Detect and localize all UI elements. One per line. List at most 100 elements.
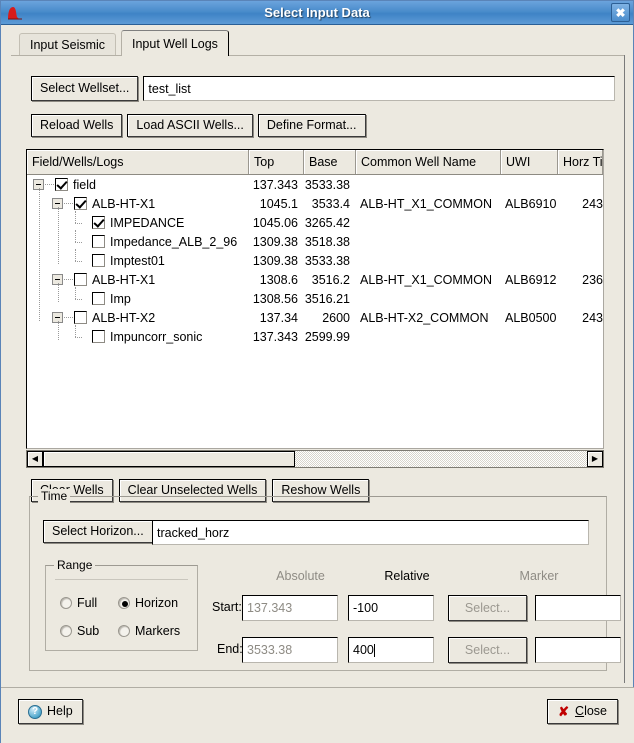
tab-bar: Input Seismic Input Well Logs	[11, 29, 625, 56]
window-close-button[interactable]: ✖	[611, 3, 630, 22]
define-format-button[interactable]: Define Format...	[257, 114, 366, 137]
node-checkbox[interactable]	[92, 292, 105, 305]
label-start: Start:	[212, 600, 242, 614]
column-header-name[interactable]: Field/Wells/Logs	[27, 150, 249, 174]
tree-node[interactable]: Impedance_ALB_2_96	[27, 229, 249, 249]
wellset-name-input[interactable]: test_list	[143, 76, 615, 101]
cell-base: 3516.2	[311, 272, 350, 287]
start-absolute-input[interactable]: 137.343	[242, 595, 338, 621]
horizon-name-input[interactable]: tracked_horz	[152, 520, 589, 545]
node-checkbox[interactable]	[74, 273, 87, 286]
help-button-label: Help	[47, 704, 73, 718]
tree-node[interactable]: Imptest01	[27, 248, 249, 268]
table-row[interactable]: IMPEDANCE 1045.06 3265.42	[27, 210, 603, 232]
end-relative-input[interactable]: 400	[348, 637, 434, 663]
node-checkbox[interactable]	[55, 178, 68, 191]
node-checkbox[interactable]	[92, 330, 105, 343]
table-row[interactable]: Imptest01 1309.38 3533.38	[27, 248, 603, 270]
cell-common-well-name: ALB-HT_X1_COMMON	[360, 196, 492, 211]
table-row[interactable]: ALB-HT-X1 1308.6 3516.2 ALB-HT_X1_COMMON ALB…	[27, 270, 603, 289]
cell-top: 1045.1	[259, 196, 298, 211]
select-wellset-button[interactable]: Select Wellset...	[31, 76, 139, 101]
header-absolute: Absolute	[276, 569, 325, 583]
cell-base: 3533.38	[304, 177, 350, 192]
end-marker-select-button[interactable]: Select...	[448, 637, 527, 663]
tree-connector	[64, 317, 73, 318]
tree-connector-elbow	[71, 324, 83, 343]
table-row[interactable]: ALB-HT-X1 1045.1 3533.4 ALB-HT_X1_COMMON ALB…	[27, 194, 603, 213]
node-checkbox[interactable]	[92, 216, 105, 229]
cell-top: 137.343	[252, 329, 298, 344]
table-row[interactable]: Impuncorr_sonic 137.343 2599.99	[27, 324, 603, 346]
help-button[interactable]: ? Help	[18, 699, 83, 724]
cell-top: 137.34	[259, 310, 298, 325]
tree-guide-branch-2	[58, 283, 59, 302]
tree-node[interactable]: ALB-HT-X1	[27, 273, 249, 287]
column-header-base[interactable]: Base	[304, 150, 356, 174]
table-row[interactable]: Imp 1308.56 3516.21	[27, 286, 603, 308]
end-marker-input[interactable]	[535, 637, 621, 663]
wellset-row: Select Wellset... test_list	[31, 76, 615, 101]
cell-base: 3516.21	[304, 291, 350, 306]
cell-top: 1308.56	[252, 291, 298, 306]
table-row[interactable]: ALB-HT-X2 137.34 2600 ALB-HT-X2_COMMON ALB05…	[27, 308, 603, 327]
wells-logs-tree: Field/Wells/Logs Top Base Common Well Na…	[26, 149, 604, 449]
range-separator	[55, 579, 188, 580]
radio-full-indicator[interactable]	[60, 597, 72, 609]
radio-range-sub[interactable]: Sub	[60, 624, 99, 638]
reload-wells-button[interactable]: Reload Wells	[31, 114, 123, 137]
column-header-horz-time[interactable]: Horz Ti	[558, 150, 603, 174]
radio-sub-indicator[interactable]	[60, 625, 72, 637]
tab-input-seismic[interactable]: Input Seismic	[19, 33, 117, 56]
node-checkbox[interactable]	[74, 197, 87, 210]
node-label: field	[73, 177, 96, 192]
tree-node[interactable]: Impuncorr_sonic	[27, 324, 249, 344]
close-button[interactable]: ✘ Close	[547, 699, 618, 724]
tree-horizontal-scrollbar[interactable]: ◀ ▶	[26, 450, 604, 468]
load-ascii-wells-button[interactable]: Load ASCII Wells...	[127, 114, 253, 137]
start-marker-select-button[interactable]: Select...	[448, 595, 527, 621]
radio-markers-indicator[interactable]	[118, 625, 130, 637]
tree-guide-branch-1	[58, 207, 59, 264]
node-checkbox[interactable]	[92, 254, 105, 267]
tree-node[interactable]: IMPEDANCE	[27, 210, 249, 230]
node-label: Impuncorr_sonic	[110, 329, 203, 344]
cell-horz-time: 236	[582, 272, 603, 287]
scroll-right-arrow-icon[interactable]: ▶	[587, 451, 603, 467]
column-header-uwi[interactable]: UWI	[501, 150, 558, 174]
range-group: Range Full Horizon Sub Markers	[45, 558, 198, 651]
scrollbar-thumb[interactable]	[43, 451, 295, 467]
cell-base: 3533.38	[304, 253, 350, 268]
tree-node[interactable]: Imp	[27, 286, 249, 306]
column-header-common-well-name[interactable]: Common Well Name	[356, 150, 501, 174]
tree-header-row: Field/Wells/Logs Top Base Common Well Na…	[27, 150, 603, 175]
cell-base: 3518.38	[304, 234, 350, 249]
start-marker-input[interactable]	[535, 595, 621, 621]
tree-node[interactable]: ALB-HT-X2	[27, 311, 249, 325]
tree-node[interactable]: ALB-HT-X1	[27, 197, 249, 211]
node-label: IMPEDANCE	[110, 215, 185, 230]
end-absolute-input[interactable]: 3533.38	[242, 637, 338, 663]
node-checkbox[interactable]	[74, 311, 87, 324]
start-relative-input[interactable]: -100	[348, 595, 434, 621]
tree-node[interactable]: field	[27, 178, 249, 192]
tab-input-well-logs[interactable]: Input Well Logs	[121, 30, 229, 56]
radio-horizon-indicator[interactable]	[118, 597, 130, 609]
tree-connector-elbow	[71, 210, 83, 229]
scroll-left-arrow-icon[interactable]: ◀	[27, 451, 43, 467]
tree-connector	[64, 203, 73, 204]
tree-connector-elbow	[71, 248, 83, 267]
table-row[interactable]: Impedance_ALB_2_96 1309.38 3518.38	[27, 229, 603, 251]
well-tools-row: Reload Wells Load ASCII Wells... Define …	[31, 114, 366, 137]
radio-range-markers[interactable]: Markers	[118, 624, 180, 638]
node-checkbox[interactable]	[92, 235, 105, 248]
radio-range-horizon[interactable]: Horizon	[118, 596, 178, 610]
radio-range-full[interactable]: Full	[60, 596, 97, 610]
scrollbar-track[interactable]	[295, 451, 587, 467]
app-histogram-icon	[5, 4, 25, 22]
tree-connector-elbow	[71, 229, 83, 248]
select-horizon-button[interactable]: Select Horizon...	[43, 520, 153, 543]
column-header-top[interactable]: Top	[249, 150, 304, 174]
cell-top: 1308.6	[259, 272, 298, 287]
table-row[interactable]: field 137.343 3533.38	[27, 175, 603, 194]
